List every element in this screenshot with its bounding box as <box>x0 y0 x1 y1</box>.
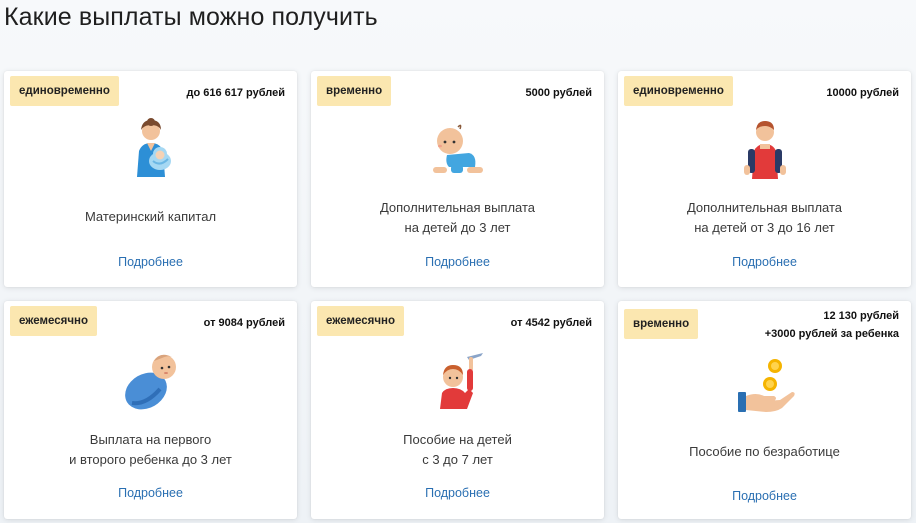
more-link[interactable]: Подробнее <box>618 255 911 269</box>
benefits-grid: единовременно до 616 617 рублей Материнс… <box>4 71 912 523</box>
amount: до 616 617 рублей <box>186 87 285 99</box>
frequency-badge: ежемесячно <box>10 306 97 336</box>
more-link[interactable]: Подробнее <box>4 486 297 500</box>
benefit-card-first-second-child: ежемесячно от 9084 рублей Выплата на пер… <box>4 301 297 519</box>
benefit-description: Пособие на детей с 3 до 7 лет <box>403 432 512 467</box>
child-with-toy-plane-icon <box>439 353 483 409</box>
benefit-description: Пособие по безработице <box>689 444 840 459</box>
amount: 10000 рублей <box>826 87 899 99</box>
frequency-badge: временно <box>317 76 392 106</box>
mother-with-baby-icon <box>136 118 171 177</box>
more-link[interactable]: Подробнее <box>618 489 911 503</box>
amount: 5000 рублей <box>525 87 592 99</box>
benefit-card-payment-3-to-16: единовременно 10000 рублей Дополнительна… <box>618 71 911 287</box>
amount: от 4542 рублей <box>510 317 592 329</box>
benefit-description: Дополнительная выплата на детей до 3 лет <box>379 200 536 235</box>
frequency-badge: ежемесячно <box>317 306 404 336</box>
more-link[interactable]: Подробнее <box>311 255 604 269</box>
schoolboy-with-backpack-icon <box>743 121 786 179</box>
benefit-description: Выплата на первого и второго ребенка до … <box>69 432 232 467</box>
amount: 12 130 рублей +3000 рублей за ребенка <box>764 310 899 340</box>
amount: от 9084 рублей <box>203 317 285 329</box>
more-link[interactable]: Подробнее <box>311 486 604 500</box>
frequency-badge: единовременно <box>10 76 119 106</box>
benefit-card-unemployment: временно 12 130 рублей +3000 рублей за р… <box>618 301 911 519</box>
crawling-baby-icon <box>432 124 483 173</box>
swaddled-baby-icon <box>124 354 176 410</box>
benefit-card-payment-under-3: временно 5000 рублей Дополнительная выпл… <box>311 71 604 287</box>
benefit-description: Материнский капитал <box>84 209 217 224</box>
benefit-card-maternity-capital: единовременно до 616 617 рублей Материнс… <box>4 71 297 287</box>
more-link[interactable]: Подробнее <box>4 255 297 269</box>
hand-with-coins-icon <box>737 359 795 412</box>
frequency-badge: временно <box>624 309 699 339</box>
page-title: Какие выплаты можно получить <box>4 3 378 31</box>
benefit-description: Дополнительная выплата на детей от 3 до … <box>686 200 843 235</box>
frequency-badge: единовременно <box>624 76 733 106</box>
benefit-card-children-3-to-7: ежемесячно от 4542 рублей Пособие на дет… <box>311 301 604 519</box>
